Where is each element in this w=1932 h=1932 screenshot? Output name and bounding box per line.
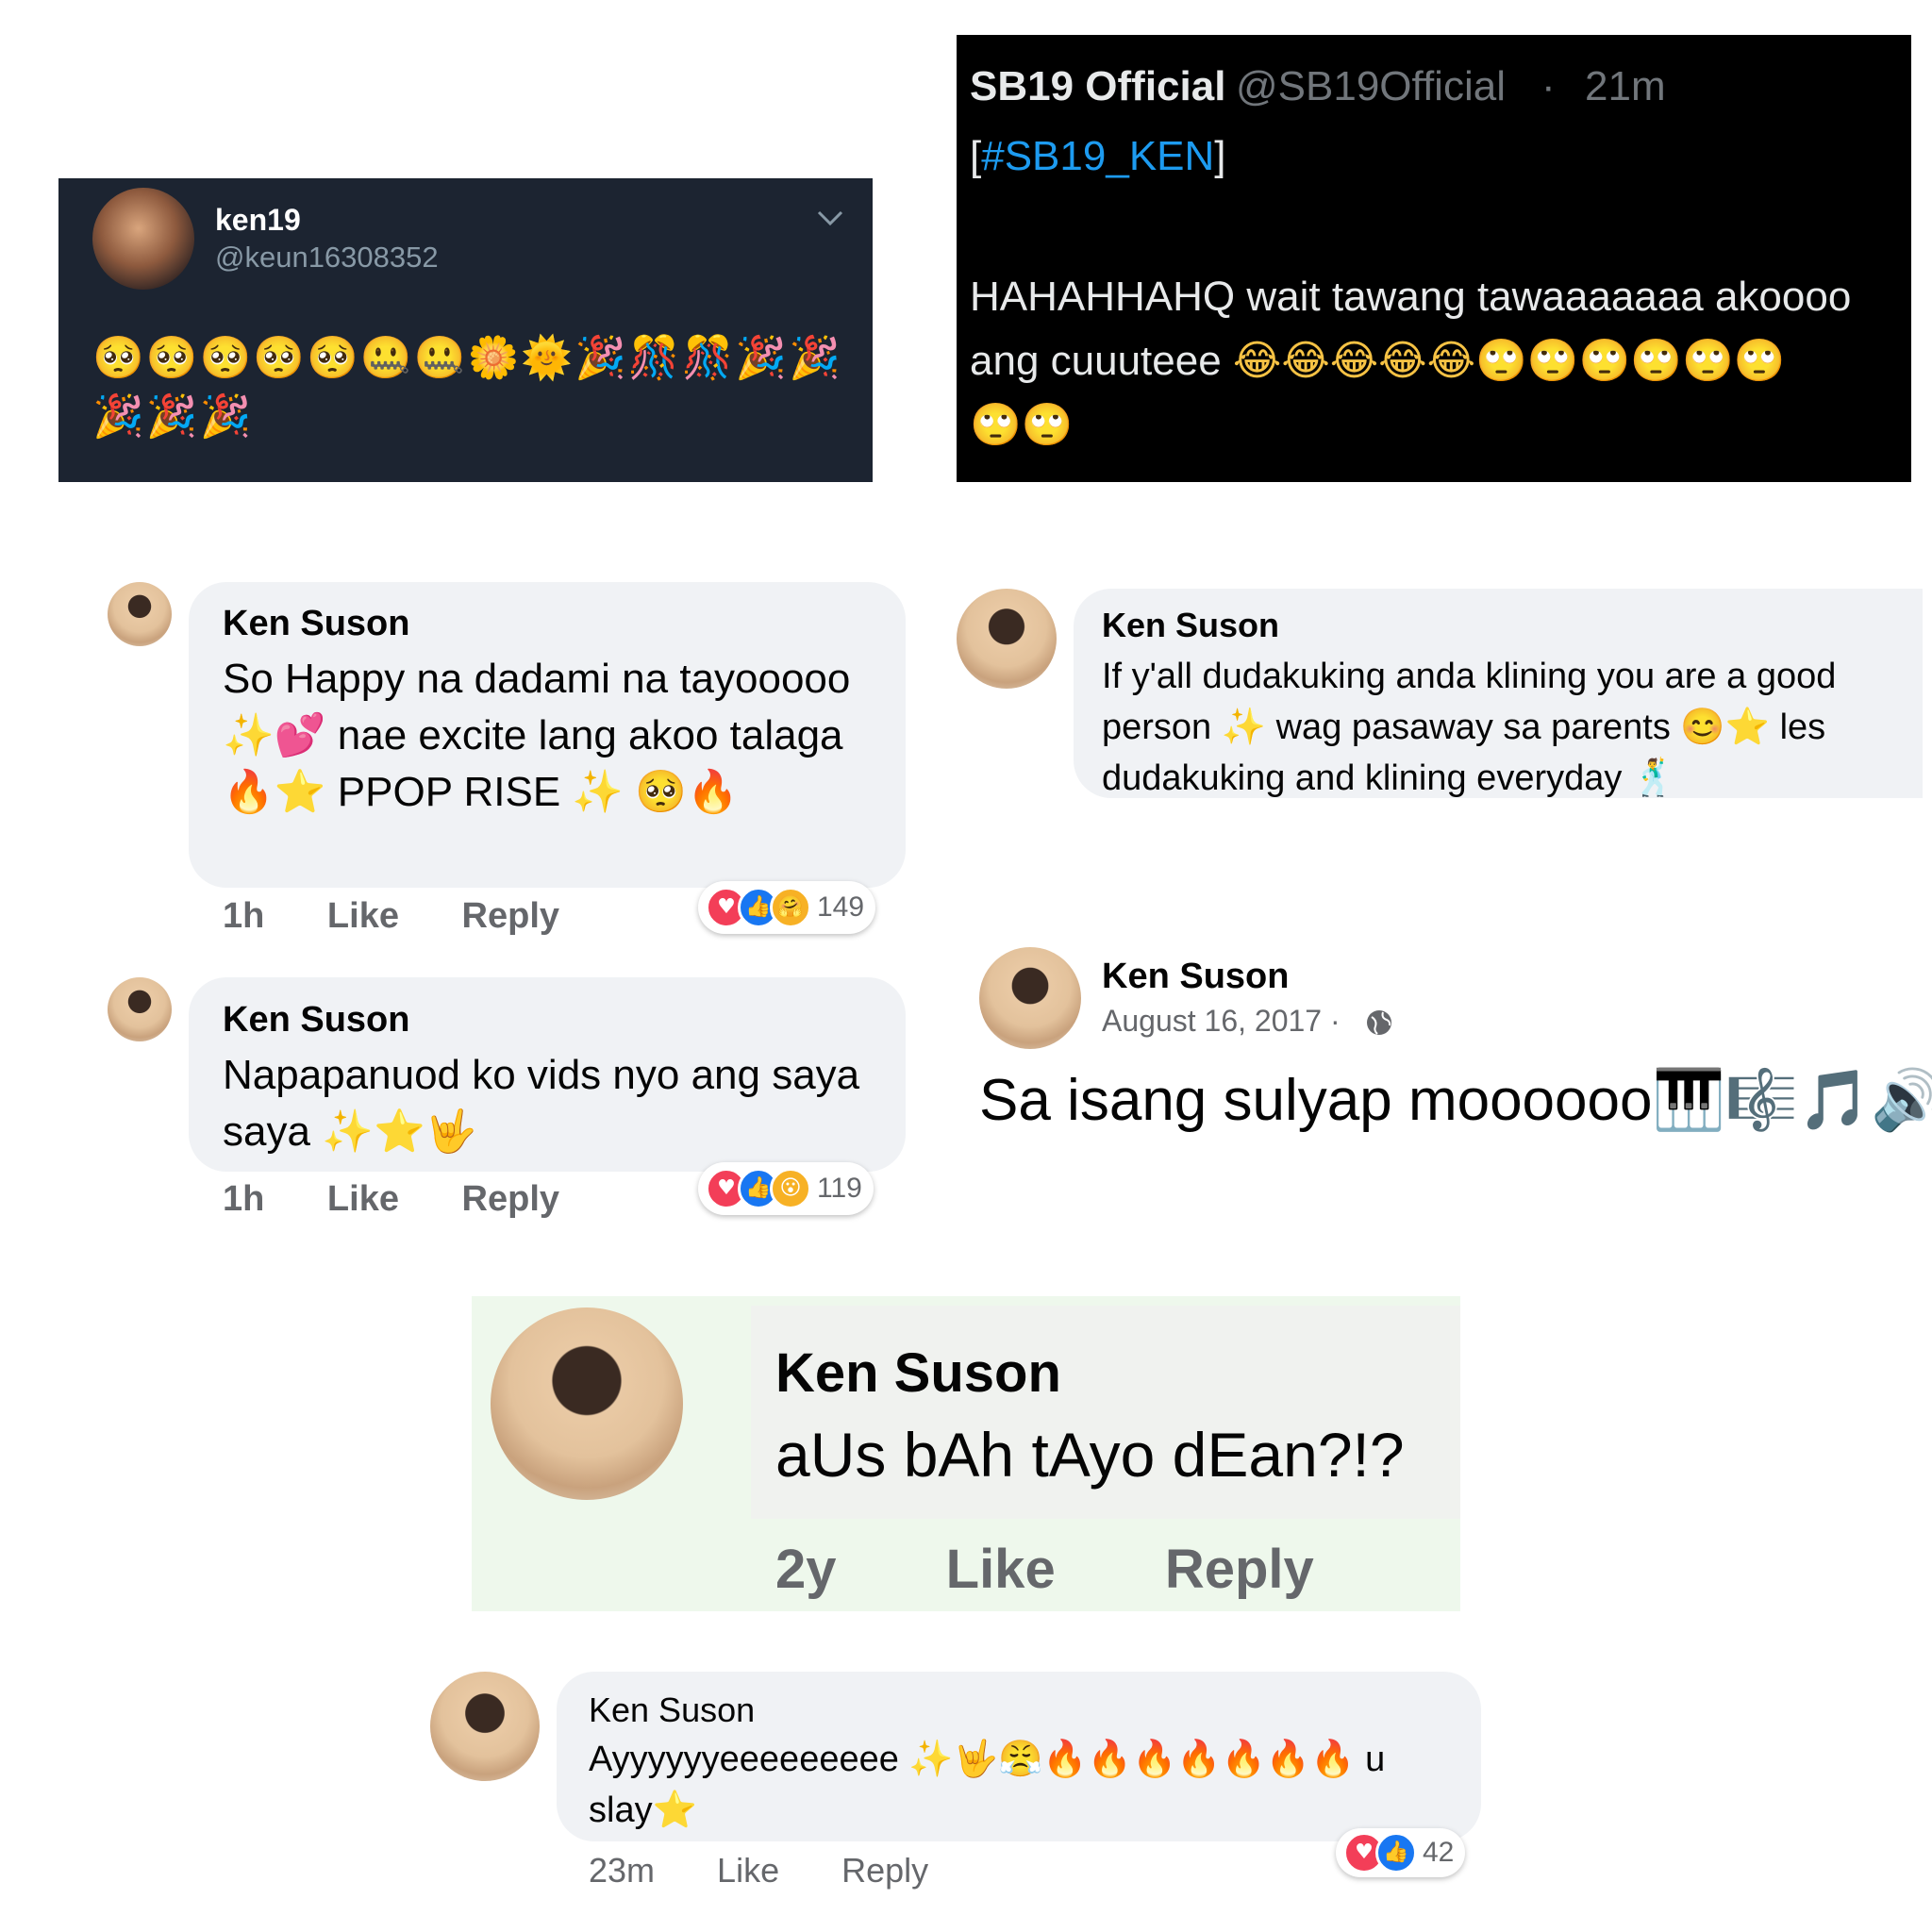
reply-button[interactable]: Reply <box>462 1179 559 1219</box>
tweet-author-name[interactable]: SB19 Official <box>970 63 1225 110</box>
tweet-card-ken19: ken19 @keun16308352 🥺🥺🥺🥺🥺🤐🤐🌼🌞🎉🎊🎊🎉🎉🎉🎉🎉 <box>58 178 873 482</box>
comment-text: Ayyyyyyeeeeeeeee ✨🤟😤🔥🔥🔥🔥🔥🔥🔥 u slay⭐ <box>589 1740 1386 1830</box>
comment-author-name[interactable]: Ken Suson <box>589 1690 755 1730</box>
commenter-avatar[interactable] <box>491 1307 683 1500</box>
like-button[interactable]: Like <box>327 896 399 936</box>
reaction-summary[interactable]: ♥ 👍 🤗 149 <box>698 881 876 934</box>
hashtag-link[interactable]: #SB19_KEN <box>981 133 1214 179</box>
comment-text: aUs bAh tAyo dEan?!? <box>775 1420 1405 1490</box>
tweet-line-1: HAHAHHAHQ wait tawang tawaaaaaaa akoooo <box>970 274 1852 320</box>
reply-button[interactable]: Reply <box>1165 1539 1314 1600</box>
tweet-line-2: ang cuuuteee 😂😂😂😂😂🙄🙄🙄🙄🙄🙄 <box>970 329 1911 393</box>
commenter-avatar[interactable] <box>108 977 172 1041</box>
commenter-avatar[interactable] <box>430 1672 540 1781</box>
comment-text: Napapanuod ko vids nyo ang saya saya ✨⭐🤟 <box>223 1052 860 1155</box>
bracket-close: ] <box>1214 133 1226 179</box>
profile-avatar[interactable] <box>92 188 194 290</box>
tweet-body: HAHAHHAHQ wait tawang tawaaaaaaa akoooo … <box>970 265 1911 458</box>
tweet-line-3-emojis: 🙄🙄 <box>970 401 1074 449</box>
comment-actions: 2y Like Reply <box>775 1538 1314 1601</box>
wow-reaction-icon: 😮 <box>770 1168 811 1209</box>
tweet-author-handle[interactable]: @keun16308352 <box>215 241 439 275</box>
commenter-avatar[interactable] <box>108 582 172 646</box>
comment-author-name[interactable]: Ken Suson <box>775 1341 1061 1405</box>
post-date[interactable]: August 16, 2017 · <box>1102 1004 1341 1039</box>
reaction-summary[interactable]: ♥ 👍 😮 119 <box>698 1162 874 1215</box>
comment-author-name[interactable]: Ken Suson <box>223 1000 409 1041</box>
tweet-timestamp[interactable]: 21m <box>1585 63 1666 110</box>
comment-text: If y'all dudakuking anda klining you are… <box>1102 657 1837 798</box>
post-text: Sa isang sulyap moooooo🎹🎼🎵🔊🎤 <box>979 1068 1932 1133</box>
comment-author-name[interactable]: Ken Suson <box>1102 606 1279 645</box>
like-button[interactable]: Like <box>327 1179 399 1219</box>
reaction-count: 42 <box>1423 1837 1455 1868</box>
tweet-hashtag-line: [#SB19_KEN] <box>970 133 1226 180</box>
globe-icon <box>1367 1010 1391 1035</box>
comment-author-name[interactable]: Ken Suson <box>223 604 409 644</box>
care-reaction-icon: 🤗 <box>770 887 811 928</box>
comment-actions: 1h Like Reply <box>223 896 559 937</box>
comment-text: So Happy na dadami na tayooooo ✨💕 nae ex… <box>223 656 851 815</box>
like-button[interactable]: Like <box>946 1539 1056 1600</box>
reply-button[interactable]: Reply <box>841 1851 928 1890</box>
comment-time[interactable]: 1h <box>223 1179 264 1219</box>
post-author-name[interactable]: Ken Suson <box>1102 957 1289 997</box>
comment-time[interactable]: 23m <box>589 1851 655 1890</box>
commenter-avatar[interactable] <box>957 589 1057 689</box>
separator-dot: · <box>1541 63 1556 109</box>
tweet-author-handle[interactable]: @SB19Official <box>1236 63 1506 110</box>
comment-actions: 1h Like Reply <box>223 1179 559 1220</box>
chevron-down-icon[interactable] <box>813 205 847 231</box>
like-button[interactable]: Like <box>717 1851 779 1890</box>
comment-time[interactable]: 2y <box>775 1539 837 1600</box>
like-reaction-icon: 👍 <box>1375 1832 1417 1874</box>
bracket-open: [ <box>970 133 982 179</box>
tweet-line-2-text: ang cuuuteee <box>970 338 1233 384</box>
comment-time[interactable]: 1h <box>223 896 264 936</box>
poster-avatar[interactable] <box>979 947 1081 1049</box>
tweet-text: 🥺🥺🥺🥺🥺🤐🤐🌼🌞🎉🎊🎊🎉🎉🎉🎉🎉 <box>92 334 842 441</box>
tweet-card-sb19-official: SB19 Official @SB19Official · 21m [#SB19… <box>957 35 1911 482</box>
reply-button[interactable]: Reply <box>462 896 559 936</box>
reaction-count: 119 <box>817 1173 862 1204</box>
reaction-count: 149 <box>817 891 865 923</box>
tweet-author-name[interactable]: ken19 <box>215 203 301 238</box>
tweet-line-2-emojis: 😂😂😂😂😂🙄🙄🙄🙄🙄🙄 <box>1232 337 1786 385</box>
reaction-summary[interactable]: ♥ 👍 42 <box>1336 1828 1466 1877</box>
comment-actions: 23m Like Reply <box>589 1851 928 1890</box>
